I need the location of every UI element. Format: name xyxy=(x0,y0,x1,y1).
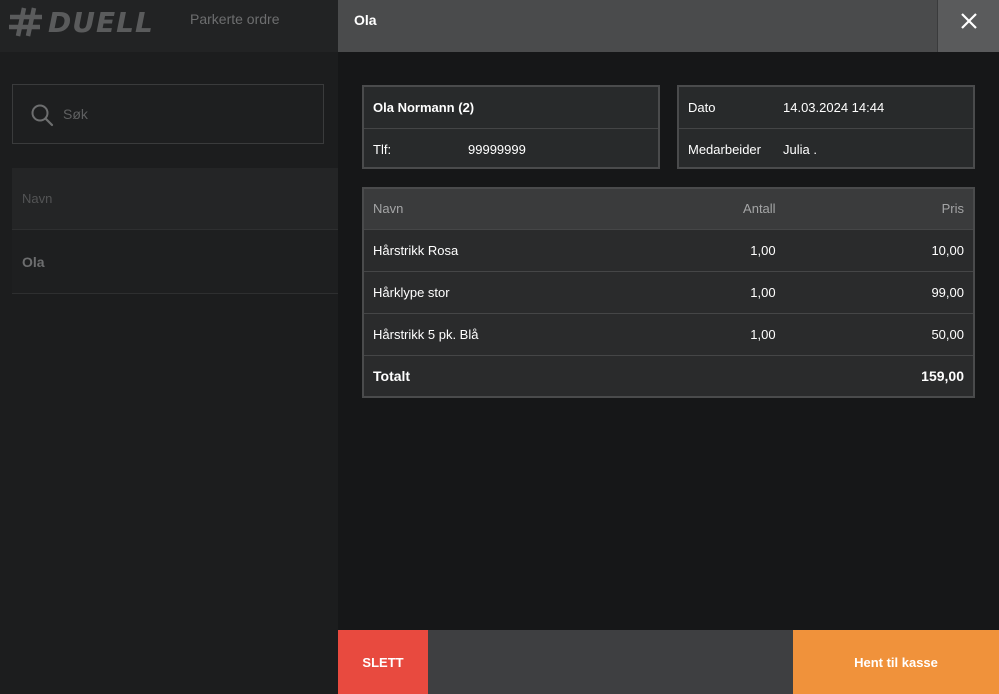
customer-name: Ola Normann (2) xyxy=(373,100,475,115)
customer-phone-row: Tlf: 99999999 xyxy=(364,128,658,169)
column-header-price: Pris xyxy=(784,188,974,229)
page-title: Parkerte ordre xyxy=(190,11,280,27)
phone-value: 99999999 xyxy=(468,141,526,157)
column-header-qty: Antall xyxy=(642,188,785,229)
table-header-row: Navn Antall Pris xyxy=(363,188,974,229)
date-value: 14.03.2024 14:44 xyxy=(783,100,885,115)
customer-card: Ola Normann (2) Tlf: 99999999 xyxy=(362,85,660,169)
panel-header: Ola xyxy=(338,0,999,52)
date-label: Dato xyxy=(688,100,716,115)
table-row: Hårstrikk 5 pk. Blå 1,00 50,00 xyxy=(363,312,974,355)
list-item[interactable]: Ola xyxy=(12,230,352,294)
customer-name-row: Ola Normann (2) xyxy=(364,87,658,128)
close-icon xyxy=(961,13,977,29)
order-list: Navn Ola xyxy=(12,168,352,294)
item-name: Hårstrikk 5 pk. Blå xyxy=(363,312,643,355)
panel-title: Ola xyxy=(354,12,377,28)
search-input[interactable] xyxy=(63,85,313,143)
item-qty: 1,00 xyxy=(642,228,785,271)
item-qty: 1,00 xyxy=(642,270,785,313)
hashtag-logo-icon xyxy=(9,7,42,37)
item-price: 99,00 xyxy=(784,270,974,313)
total-row: Totalt 159,00 xyxy=(363,354,974,397)
delete-button[interactable]: SLETT xyxy=(338,630,428,694)
panel-footer: SLETT Hent til kasse xyxy=(338,630,999,694)
order-detail-panel: Ola Ola Normann (2) Tlf: 99999999 Dato 1… xyxy=(338,0,999,694)
total-value: 159,00 xyxy=(784,354,974,397)
table-row: Hårstrikk Rosa 1,00 10,00 xyxy=(363,228,974,271)
item-name: Hårklype stor xyxy=(363,270,643,313)
order-meta-card: Dato 14.03.2024 14:44 Medarbeider Julia … xyxy=(677,85,975,169)
order-items-table: Navn Antall Pris Hårstrikk Rosa 1,00 10,… xyxy=(362,187,975,398)
item-qty: 1,00 xyxy=(642,312,785,355)
column-header-name: Navn xyxy=(363,188,643,229)
employee-value: Julia . xyxy=(783,141,817,157)
total-label: Totalt xyxy=(363,354,643,397)
phone-label: Tlf: xyxy=(373,141,392,157)
search-icon xyxy=(31,104,54,127)
close-button[interactable] xyxy=(937,0,999,52)
item-price: 10,00 xyxy=(784,228,974,271)
search-box[interactable] xyxy=(12,84,324,144)
duell-logo: DUELL xyxy=(8,4,154,40)
logo-text: DUELL xyxy=(48,5,154,39)
total-spacer xyxy=(642,354,785,397)
employee-label: Medarbeider xyxy=(688,141,761,157)
table-row: Hårklype stor 1,00 99,00 xyxy=(363,270,974,313)
date-row: Dato 14.03.2024 14:44 xyxy=(679,87,973,128)
item-price: 50,00 xyxy=(784,312,974,355)
item-name: Hårstrikk Rosa xyxy=(363,228,643,271)
employee-row: Medarbeider Julia . xyxy=(679,128,973,169)
fetch-to-register-button[interactable]: Hent til kasse xyxy=(793,630,999,694)
list-header-name[interactable]: Navn xyxy=(12,168,352,230)
